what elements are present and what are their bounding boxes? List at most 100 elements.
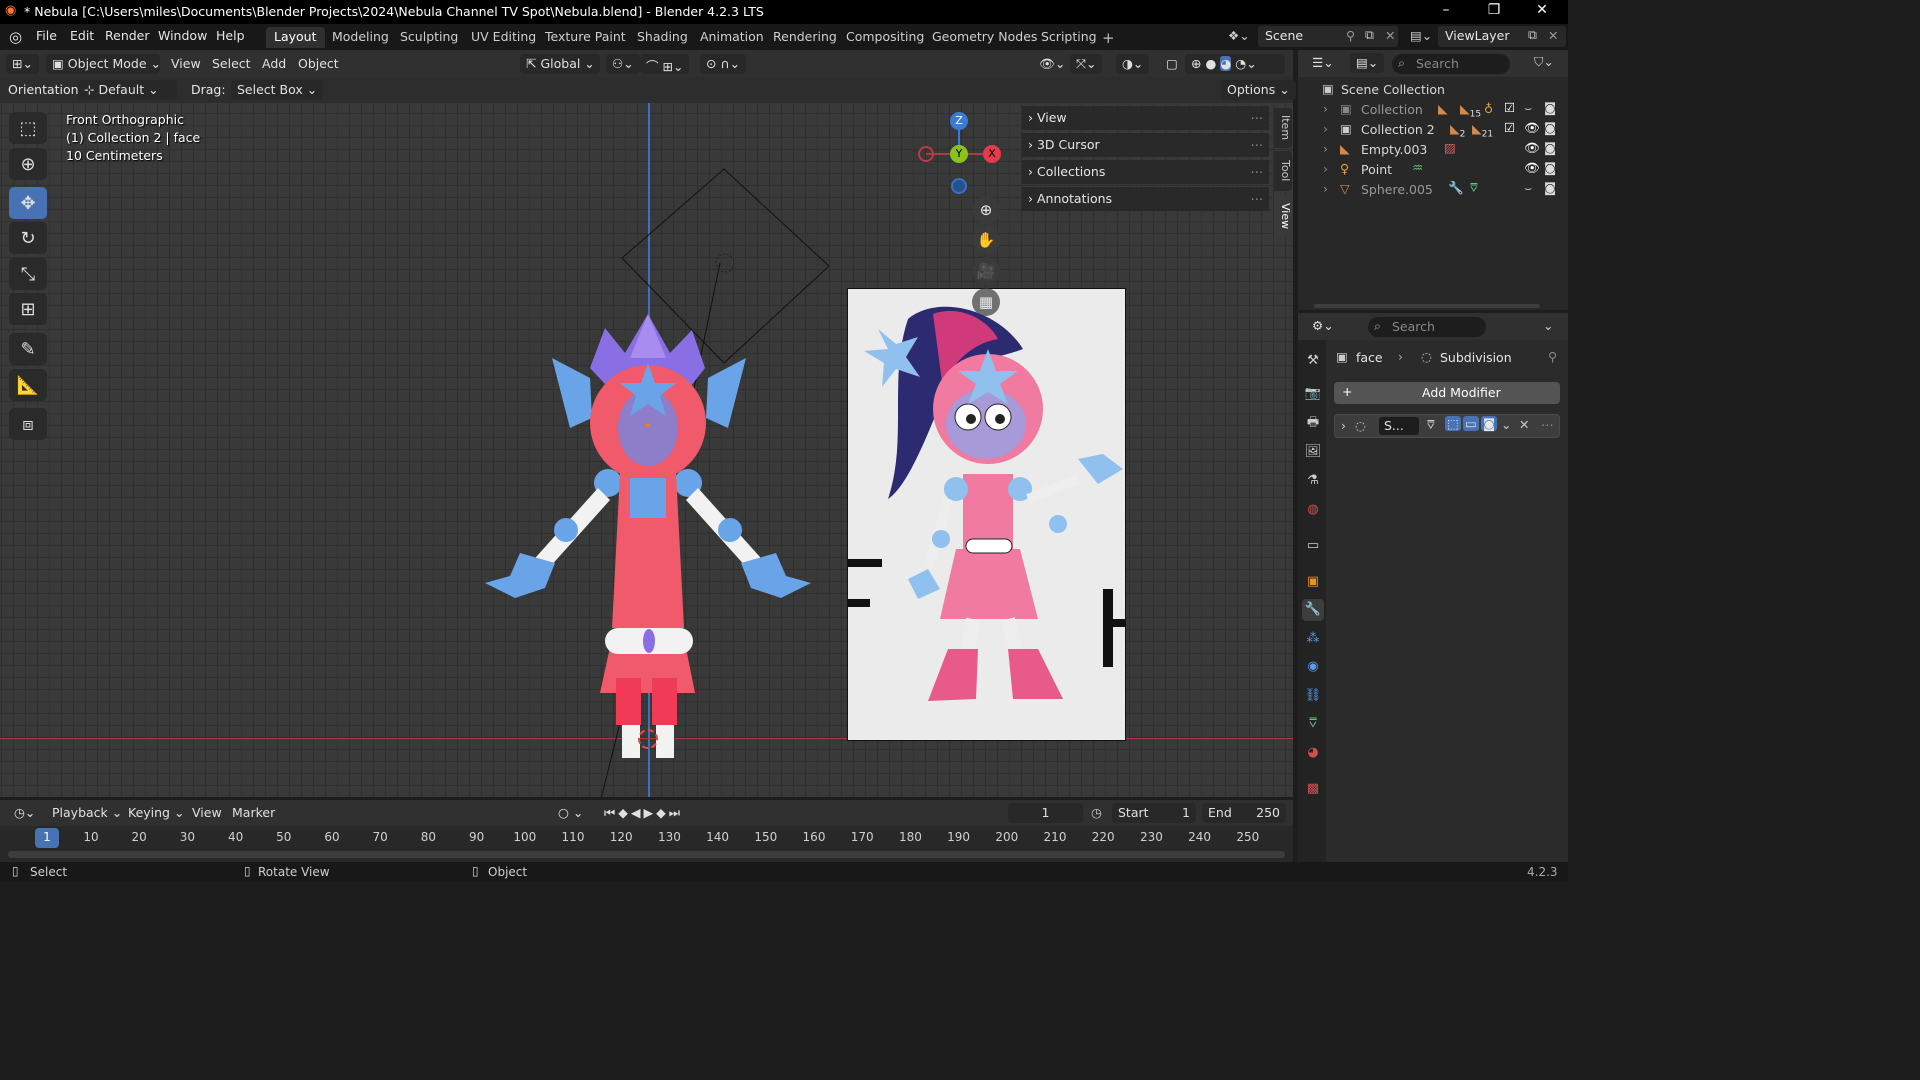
options-dropdown[interactable]: Options ⌄ xyxy=(1221,80,1296,100)
remove-modifier-icon[interactable]: ✕ xyxy=(1519,417,1529,432)
filter-icon[interactable]: ⛉⌄ xyxy=(1534,54,1554,70)
tab-scripting[interactable]: Scripting xyxy=(1033,27,1105,48)
outliner-search-input[interactable]: ⌕ Search xyxy=(1392,54,1510,74)
data-tab-icon[interactable]: ⩢ xyxy=(1302,713,1324,735)
menu-render[interactable]: Render xyxy=(105,28,150,43)
tab-shading[interactable]: Shading xyxy=(629,27,696,48)
viewlayer-browse-icon[interactable]: ▤⌄ xyxy=(1410,28,1432,43)
tab-compositing[interactable]: Compositing xyxy=(838,27,932,48)
auto-keying-icon[interactable]: ○ ⌄ xyxy=(552,803,589,823)
properties-search-input[interactable]: ⌕ Search xyxy=(1368,317,1486,337)
tab-geometry-nodes[interactable]: Geometry Nodes xyxy=(924,27,1045,48)
rotate-tool-icon[interactable]: ↻ xyxy=(9,222,47,254)
drag-handle-icon[interactable]: ⋯ xyxy=(1541,417,1554,432)
jump-end-icon[interactable]: ⏭ xyxy=(669,805,683,820)
render-icon[interactable]: ◙ xyxy=(1481,416,1498,431)
output-tab-icon[interactable]: 🖶 xyxy=(1302,412,1324,434)
modifier-name-field[interactable]: S... xyxy=(1379,417,1419,435)
move-tool-icon[interactable]: ✥ xyxy=(9,187,47,219)
menu-help[interactable]: Help xyxy=(216,28,245,43)
pin-icon[interactable]: ⚲ xyxy=(1346,28,1355,43)
solid-shading-icon[interactable]: ● xyxy=(1205,56,1216,71)
tab-modeling[interactable]: Modeling xyxy=(324,27,397,48)
properties-editor-icon[interactable]: ⚙⌄ xyxy=(1306,316,1340,336)
ntab-item[interactable]: Item xyxy=(1274,108,1292,148)
eye-icon[interactable]: 👁 xyxy=(1524,120,1540,136)
neg-z-axis-gizmo[interactable] xyxy=(951,178,967,194)
modifier-menu-icon[interactable]: ⌄ xyxy=(1501,417,1511,432)
add-cube-tool-icon[interactable]: ⧈ xyxy=(9,408,47,440)
transform-tool-icon[interactable]: ⊞ xyxy=(9,293,47,325)
outliner-scrollbar[interactable] xyxy=(1314,304,1540,308)
expand-icon[interactable]: › xyxy=(1323,141,1328,156)
transform-orientation-dropdown[interactable]: ⇱ Global ⌄ xyxy=(520,54,600,74)
npanel-view[interactable]: › View ⋯ xyxy=(1022,106,1269,130)
viewport-menu-object[interactable]: Object xyxy=(292,54,345,74)
prev-keyframe-icon[interactable]: ◆ xyxy=(618,805,631,820)
new-scene-icon[interactable]: ⧉ xyxy=(1365,27,1374,43)
realtime-display-icon[interactable]: ▭ xyxy=(1463,416,1479,431)
particles-tab-icon[interactable]: ⁂ xyxy=(1302,628,1324,650)
play-icon[interactable]: ▶ xyxy=(644,805,657,820)
annotate-tool-icon[interactable]: ✎ xyxy=(9,333,47,365)
material-tab-icon[interactable]: ◕ xyxy=(1302,742,1324,764)
delete-viewlayer-icon[interactable]: ✕ xyxy=(1548,28,1558,43)
minimize-icon[interactable]: – xyxy=(1426,2,1466,22)
add-workspace-icon[interactable]: + xyxy=(1102,29,1115,47)
start-frame-field[interactable]: Start 1 xyxy=(1112,803,1196,823)
delete-scene-icon[interactable]: ✕ xyxy=(1385,28,1395,43)
modifier-tab-icon[interactable]: 🔧 xyxy=(1302,599,1324,621)
tab-rendering[interactable]: Rendering xyxy=(765,27,845,48)
eye-icon[interactable]: 👁 xyxy=(1524,140,1540,156)
outliner-row-empty-003[interactable]: › ◣ Empty.003 ▨ 👁 ◙ xyxy=(1298,139,1568,159)
ortho-grid-icon[interactable]: ▦ xyxy=(972,288,1000,316)
tab-uv-editing[interactable]: UV Editing xyxy=(463,27,544,48)
tab-layout[interactable]: Layout xyxy=(266,27,325,48)
overlay-toggle-icon[interactable]: ◑⌄ xyxy=(1116,54,1150,74)
restore-icon[interactable]: ❐ xyxy=(1474,2,1514,22)
visibility-icon[interactable]: 👁⌄ xyxy=(1033,54,1071,74)
neg-x-axis-gizmo[interactable] xyxy=(918,146,934,162)
edit-mode-cage-icon[interactable]: ⩢ xyxy=(1427,417,1435,433)
pan-hand-icon[interactable]: ✋ xyxy=(972,226,1000,254)
viewlayer-selector[interactable]: ViewLayer ⧉ ✕ xyxy=(1438,26,1566,47)
material-shading-icon[interactable]: ◕ xyxy=(1220,56,1232,71)
render-tab-icon[interactable]: 📷 xyxy=(1302,383,1324,405)
pin-icon[interactable]: ⚲ xyxy=(1548,349,1557,364)
hide-icon[interactable]: ⌣ xyxy=(1524,180,1532,196)
outliner-row-point[interactable]: › ♀ Point ♒ 👁 ◙ xyxy=(1298,159,1568,179)
modifier-panel-subdivision[interactable]: › ◌ S... ⩢ ⬚ ▭ ◙ ⌄ ✕ ⋯ xyxy=(1334,414,1560,438)
view-layer-tab-icon[interactable]: 🖼 xyxy=(1302,441,1324,463)
blender-menu-icon[interactable]: ◎ xyxy=(9,28,22,46)
reference-image[interactable] xyxy=(847,288,1126,741)
timeline-menu-marker[interactable]: Marker xyxy=(226,803,281,823)
hide-icon[interactable]: ⌣ xyxy=(1524,100,1532,116)
menu-file[interactable]: File xyxy=(36,28,57,43)
select-box-tool-icon[interactable]: ⬚ xyxy=(9,112,47,144)
outliner-row-sphere-005[interactable]: › ▽ Sphere.005 🔧 ⩢ ⌣ ◙ xyxy=(1298,179,1568,199)
viewport-menu-select[interactable]: Select xyxy=(206,54,257,74)
scene-collection-row[interactable]: ▣ Scene Collection xyxy=(1298,79,1568,99)
mode-dropdown[interactable]: ▣ Object Mode ⌄ xyxy=(46,54,161,74)
editor-type-icon[interactable]: ⊞⌄ xyxy=(6,54,39,74)
y-axis-gizmo[interactable]: Y xyxy=(950,145,968,163)
properties-options-icon[interactable]: ⌄ xyxy=(1543,318,1553,333)
ntab-view[interactable]: View xyxy=(1274,195,1292,237)
world-tab-icon[interactable]: ◍ xyxy=(1302,499,1324,521)
menu-window[interactable]: Window xyxy=(158,28,207,43)
pivot-icon[interactable]: ⚇⌄ xyxy=(606,54,640,74)
3d-viewport[interactable]: ⬚ ⊕ ✥ ↻ ⤡ ⊞ ✎ 📐 ⧈ Front Orthographic (1)… xyxy=(0,103,1293,797)
render-camera-icon[interactable]: ◙ xyxy=(1544,140,1556,155)
3d-cursor-icon[interactable] xyxy=(638,729,658,749)
use-preview-range-icon[interactable]: ◷ xyxy=(1091,805,1102,820)
render-camera-icon[interactable]: ◙ xyxy=(1544,160,1556,175)
npanel-collections[interactable]: › Collections ⋯ xyxy=(1022,160,1269,184)
end-frame-field[interactable]: End 250 xyxy=(1202,803,1286,823)
play-reverse-icon[interactable]: ◀ xyxy=(631,805,644,820)
snap-icon[interactable]: ⌒ ⊞⌄ xyxy=(640,54,690,74)
zoom-icon[interactable]: ⊕ xyxy=(972,196,1000,224)
menu-playback[interactable]: Playback ⌄ xyxy=(46,803,128,823)
timeline-menu-view[interactable]: View xyxy=(186,803,228,823)
expand-icon[interactable]: › xyxy=(1323,121,1328,136)
scene-selector[interactable]: Scene ⚲ ⧉ ✕ xyxy=(1258,26,1398,47)
